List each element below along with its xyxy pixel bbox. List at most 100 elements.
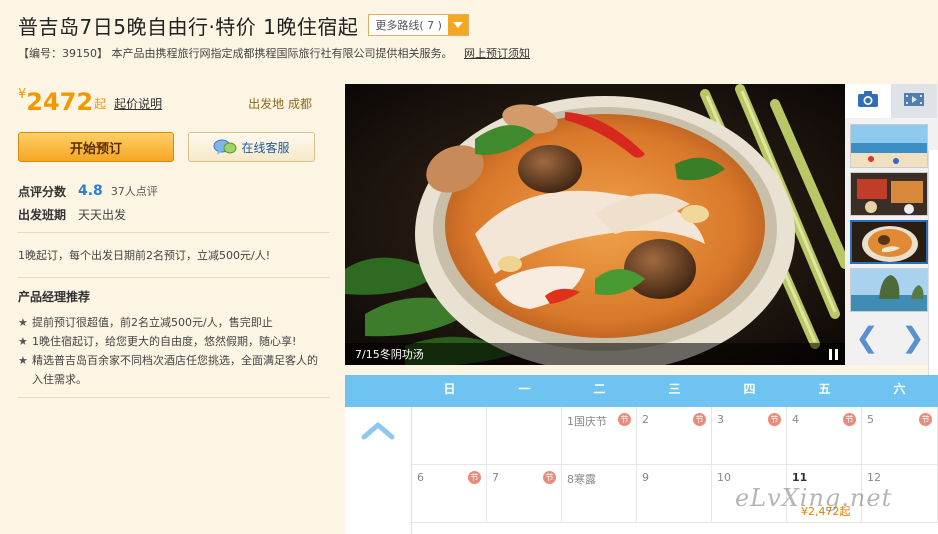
more-routes-label: 更多路线( 7 )	[375, 19, 442, 32]
promo-text: 1晚起订，每个出发日期前2名预订，立减500元/人!	[18, 249, 271, 262]
caption-bar: 7/15冬阴功汤	[345, 343, 845, 365]
calendar-cell[interactable]: 1国庆节节	[562, 407, 637, 465]
day-number: 8寒露	[567, 473, 596, 486]
day-number: 7	[492, 471, 499, 484]
tom-yum-soup-image	[345, 84, 845, 365]
calendar-side	[345, 407, 412, 534]
product-page: 普吉岛7日5晚自由行·特价 1晚住宿起 更多路线( 7 ) 【编号：39150】…	[0, 0, 938, 534]
recommend-text: 精选普吉岛百余家不同档次酒店任您挑选，全面满足客人的入住需求。	[32, 354, 318, 386]
thumbnail-island[interactable]	[850, 268, 928, 312]
calendar-cell[interactable]: 7节	[487, 465, 562, 523]
chat-bubble-icon	[213, 139, 237, 155]
calendar-body: 1国庆节节 2节 3节 4节 5节 6节 7节 8寒露 9 10 11 ¥2,47…	[345, 407, 938, 534]
page-title: 普吉岛7日5晚自由行·特价 1晚住宿起	[18, 14, 359, 39]
recommend-title: 产品经理推荐	[18, 290, 91, 304]
star-icon: ★	[18, 335, 28, 348]
star-icon: ★	[18, 354, 28, 367]
main-photo[interactable]: 7/15冬阴功汤	[345, 84, 845, 365]
more-routes-dropdown[interactable]: 更多路线( 7 )	[368, 14, 469, 36]
booking-notice-link[interactable]: 网上预订须知	[464, 47, 530, 60]
currency-symbol: ¥	[18, 87, 27, 102]
holiday-badge: 节	[468, 471, 481, 484]
rating-row: 点评分数 4.8 37人点评	[18, 182, 330, 200]
start-booking-button[interactable]: 开始预订	[18, 132, 174, 162]
thumbnail-prev-button[interactable]: ❮	[847, 320, 887, 354]
calendar-cell[interactable]: 8寒露	[562, 465, 637, 523]
holiday-badge: 节	[693, 413, 706, 426]
divider	[18, 397, 330, 398]
list-item: ★ 1晚住宿起订，给您更大的自由度，悠然假期，随心享!	[18, 332, 318, 351]
day-number: 9	[642, 471, 649, 484]
chevron-up-icon	[361, 422, 395, 440]
day-number: 3	[717, 413, 724, 426]
weekday-sat: 六	[893, 382, 906, 396]
thumbnail-beach[interactable]	[850, 124, 928, 168]
photo-caption: 7/15冬阴功汤	[355, 348, 424, 361]
calendar-cell[interactable]: 5节	[862, 407, 938, 465]
day-number: 2	[642, 413, 649, 426]
recommend-text: 1晚住宿起订，给您更大的自由度，悠然假期，随心享!	[32, 335, 297, 348]
divider	[18, 232, 330, 233]
price-explain-link[interactable]: 起价说明	[114, 95, 162, 112]
recommend-list: ★ 提前预订很超值，前2名立减500元/人，售完即止 ★ 1晚住宿起订，给您更大的自…	[18, 313, 318, 389]
price-suffix: 起	[94, 97, 107, 111]
product-info-text: 【编号：39150】 本产品由携程旅行网指定成都携程国际旅行社有限公司提供相关服…	[18, 47, 453, 60]
tab-videos[interactable]	[891, 84, 937, 118]
day-number: 1国庆节	[567, 415, 607, 428]
day-number: 12	[867, 471, 881, 484]
pause-icon[interactable]	[829, 348, 839, 360]
holiday-badge: 节	[543, 471, 556, 484]
weekday-thu: 四	[743, 382, 756, 396]
day-number: 4	[792, 413, 799, 426]
tab-photos[interactable]	[845, 84, 891, 118]
action-buttons: 开始预订 在线客服	[18, 132, 330, 162]
rating-score: 4.8	[78, 183, 103, 199]
calendar-header: 日 一 二 三 四 五 六	[345, 375, 938, 411]
day-number: 10	[717, 471, 731, 484]
product-info: 【编号：39150】 本产品由携程旅行网指定成都携程国际旅行社有限公司提供相关服…	[18, 45, 530, 61]
thumbnail-panel: ❮ ❯	[845, 84, 938, 365]
film-icon	[903, 90, 925, 112]
review-count[interactable]: 37人点评	[111, 183, 158, 199]
side-panel-edge	[928, 150, 938, 380]
schedule-label: 出发班期	[18, 207, 67, 222]
watermark: eLvXing.net	[735, 484, 893, 512]
weekday-wed: 三	[668, 382, 681, 396]
thumbnail-tom-yum[interactable]	[850, 220, 928, 264]
online-service-label: 在线客服	[241, 140, 290, 155]
booking-panel: ¥ 2472 起 起价说明 出发地 成都 开始预订 在线客服 点评分数 4.8 …	[18, 84, 330, 398]
online-service-button[interactable]: 在线客服	[188, 132, 315, 162]
day-number: 5	[867, 413, 874, 426]
recommend-text: 提前预订很超值，前2名立减500元/人，售完即止	[32, 316, 273, 329]
price-amount: 2472	[26, 88, 94, 116]
list-item: ★ 精选普吉岛百余家不同档次酒店任您挑选，全面满足客人的入住需求。	[18, 351, 318, 389]
rating-label: 点评分数	[18, 184, 67, 199]
weekday-mon: 一	[518, 382, 531, 396]
holiday-badge: 节	[843, 413, 856, 426]
calendar-cell	[487, 407, 562, 465]
day-number: 6	[417, 471, 424, 484]
chevron-left-icon: ❮	[855, 320, 879, 354]
thumbnail-next-button[interactable]: ❯	[893, 320, 933, 354]
thumbnail-food-platter[interactable]	[850, 172, 928, 216]
star-icon: ★	[18, 316, 28, 329]
weekday-tue: 二	[593, 382, 606, 396]
calendar-cell[interactable]: 6节	[412, 465, 487, 523]
chevron-down-icon[interactable]	[447, 15, 468, 35]
calendar-cell[interactable]: 4节	[787, 407, 862, 465]
calendar-prev-month-button[interactable]	[361, 421, 395, 441]
holiday-badge: 节	[618, 413, 631, 426]
list-item: ★ 提前预订很超值，前2名立减500元/人，售完即止	[18, 313, 318, 332]
calendar-cell[interactable]: 2节	[637, 407, 712, 465]
calendar-cell	[412, 407, 487, 465]
media-tabs	[845, 84, 938, 118]
departure-city: 出发地 成都	[248, 97, 312, 111]
day-number: 11	[792, 471, 808, 484]
calendar-cell[interactable]: 3节	[712, 407, 787, 465]
camera-icon	[857, 90, 879, 112]
holiday-badge: 节	[768, 413, 781, 426]
schedule-row: 出发班期 天天出发	[18, 205, 330, 223]
holiday-badge: 节	[919, 413, 932, 426]
weekday-fri: 五	[818, 382, 831, 396]
calendar-cell[interactable]: 9	[637, 465, 712, 523]
